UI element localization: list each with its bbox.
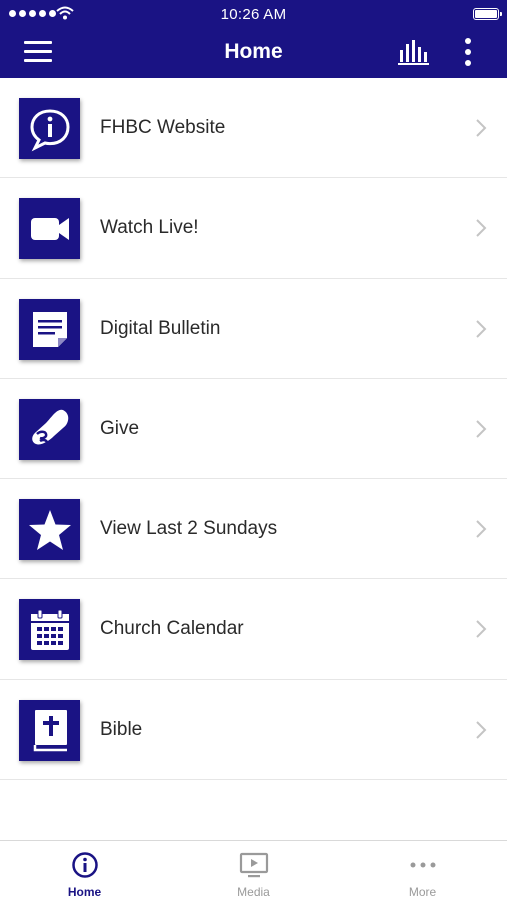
video-camera-icon bbox=[19, 198, 80, 260]
battery-icon bbox=[473, 8, 502, 20]
tab-more[interactable]: More bbox=[338, 841, 507, 900]
more-dots-icon bbox=[410, 862, 435, 868]
list-item-label: Church Calendar bbox=[100, 618, 244, 640]
tab-media[interactable]: Media bbox=[169, 841, 338, 900]
tab-label: More bbox=[408, 885, 437, 899]
page-title: Home bbox=[224, 40, 283, 63]
app-header: 10:26 AM Home bbox=[0, 0, 507, 78]
status-bar: 10:26 AM bbox=[0, 0, 507, 28]
more-options-button[interactable] bbox=[458, 38, 478, 68]
calendar-icon bbox=[19, 599, 80, 661]
list-item-label: Digital Bulletin bbox=[100, 317, 221, 339]
chevron-right-icon bbox=[476, 319, 487, 338]
giving-hand-icon bbox=[19, 398, 80, 460]
chevron-right-icon bbox=[476, 520, 487, 538]
list-item-bible[interactable]: Bible bbox=[0, 680, 507, 781]
list-item-give[interactable]: Give bbox=[0, 379, 507, 480]
media-play-icon bbox=[239, 852, 268, 878]
list-item-label: View Last 2 Sundays bbox=[100, 518, 278, 540]
list-item-label: Watch Live! bbox=[100, 217, 199, 239]
document-icon bbox=[19, 298, 80, 360]
chevron-right-icon bbox=[476, 219, 487, 238]
status-time: 10:26 AM bbox=[220, 6, 287, 23]
kebab-icon bbox=[465, 38, 471, 44]
list-item-church-calendar[interactable]: Church Calendar bbox=[0, 579, 507, 680]
tab-label: Home bbox=[67, 885, 102, 899]
list-item-label: Bible bbox=[100, 718, 143, 740]
list-item-fhbc-website[interactable]: FHBC Website bbox=[0, 78, 507, 179]
star-icon bbox=[19, 499, 80, 561]
bible-icon bbox=[19, 699, 80, 761]
list-item-label: Give bbox=[100, 417, 140, 439]
list-item-view-last-2-sundays[interactable]: View Last 2 Sundays bbox=[0, 479, 507, 580]
bar-chart-icon bbox=[398, 40, 429, 65]
menu-list: FHBC Website Watch Live! Digital Bulleti… bbox=[0, 78, 507, 781]
chevron-right-icon bbox=[476, 620, 487, 639]
chevron-right-icon bbox=[476, 119, 487, 137]
list-item-watch-live[interactable]: Watch Live! bbox=[0, 178, 507, 279]
chart-button[interactable] bbox=[398, 40, 430, 66]
tab-bar: Home Media More bbox=[0, 840, 507, 900]
chevron-right-icon bbox=[476, 721, 487, 739]
tab-home[interactable]: Home bbox=[0, 841, 169, 900]
chevron-right-icon bbox=[476, 420, 487, 438]
tab-label: Media bbox=[237, 885, 270, 899]
info-circle-icon bbox=[71, 852, 98, 878]
list-item-label: FHBC Website bbox=[100, 117, 226, 138]
info-bubble-icon bbox=[19, 98, 80, 159]
list-item-digital-bulletin[interactable]: Digital Bulletin bbox=[0, 279, 507, 379]
